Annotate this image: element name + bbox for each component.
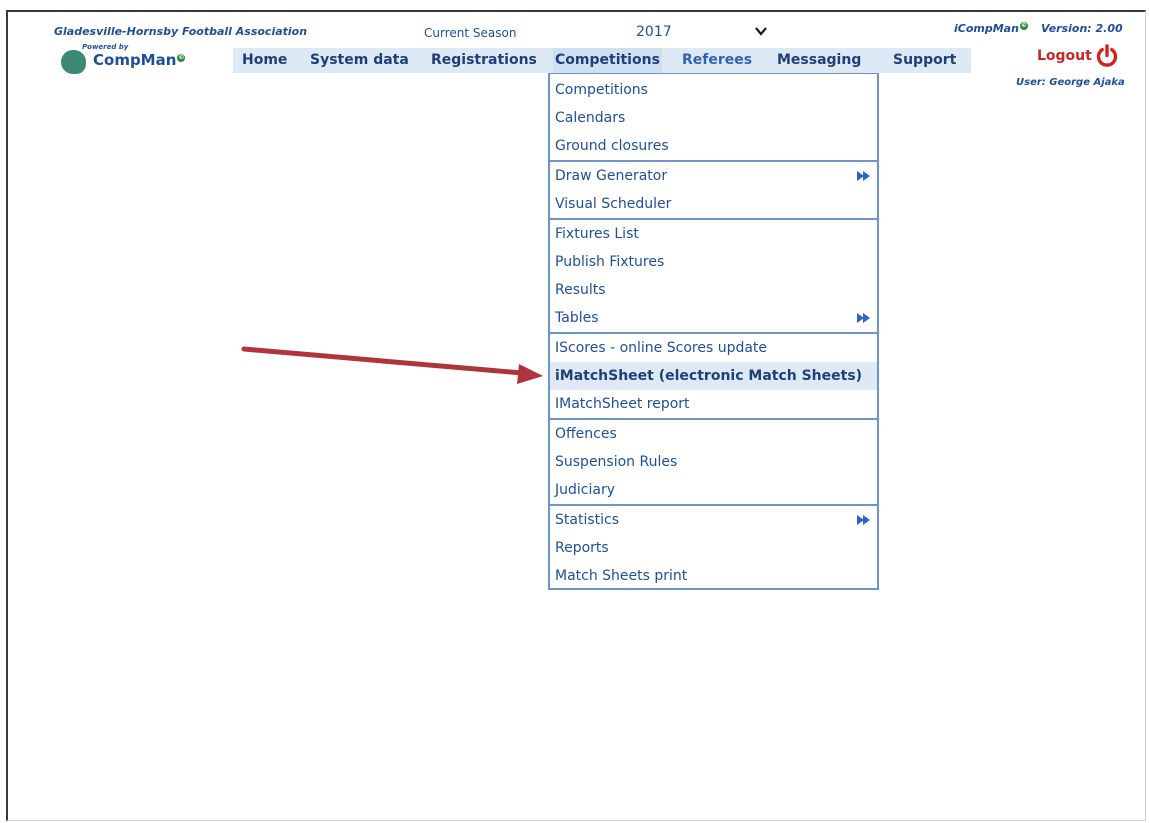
dropdown-item-statistics[interactable]: Statistics bbox=[550, 506, 877, 534]
dropdown-item-offences[interactable]: Offences bbox=[550, 420, 877, 448]
compman-logo[interactable]: CompMan © bbox=[93, 51, 186, 69]
icompman-label: iCompMan © bbox=[954, 22, 1028, 35]
association-name: Gladesville-Hornsby Football Association bbox=[54, 25, 308, 38]
menu-messaging[interactable]: Messaging bbox=[777, 48, 861, 73]
dropdown-item-label: Statistics bbox=[555, 512, 619, 528]
powered-by-label: Powered by bbox=[82, 43, 129, 51]
dropdown-item-fixtures-list[interactable]: Fixtures List bbox=[550, 220, 877, 248]
dropdown-item-visual-scheduler[interactable]: Visual Scheduler bbox=[550, 190, 877, 218]
menu-system-data[interactable]: System data bbox=[310, 48, 409, 73]
dropdown-item-ground-closures[interactable]: Ground closures bbox=[550, 132, 877, 160]
main-menu-bar: Home System data Registrations Competiti… bbox=[233, 48, 971, 73]
submenu-arrow-icon bbox=[857, 171, 870, 181]
menu-registrations[interactable]: Registrations bbox=[431, 48, 537, 73]
version-label: Version: 2.00 bbox=[1041, 22, 1123, 35]
copyright-icon: © bbox=[177, 54, 186, 62]
dropdown-item-draw-generator[interactable]: Draw Generator bbox=[550, 162, 877, 190]
submenu-arrow-icon bbox=[857, 313, 870, 323]
dropdown-item-match-sheets-print[interactable]: Match Sheets print bbox=[550, 562, 877, 590]
dropdown-item-judiciary[interactable]: Judiciary bbox=[550, 476, 877, 504]
dropdown-item-reports[interactable]: Reports bbox=[550, 534, 877, 562]
dropdown-item-suspension-rules[interactable]: Suspension Rules bbox=[550, 448, 877, 476]
dropdown-item-iscores[interactable]: IScores - online Scores update bbox=[550, 334, 877, 362]
dropdown-item-results[interactable]: Results bbox=[550, 276, 877, 304]
submenu-arrow-icon bbox=[857, 515, 870, 525]
menu-competitions[interactable]: Competitions bbox=[553, 48, 662, 73]
dropdown-item-imatchsheet-report[interactable]: IMatchSheet report bbox=[550, 390, 877, 418]
dropdown-item-publish-fixtures[interactable]: Publish Fixtures bbox=[550, 248, 877, 276]
menu-home[interactable]: Home bbox=[242, 48, 287, 73]
logo-text: CompMan bbox=[93, 51, 177, 69]
menu-support[interactable]: Support bbox=[893, 48, 956, 73]
chevron-down-icon[interactable] bbox=[753, 24, 769, 38]
dropdown-item-label: Draw Generator bbox=[555, 168, 668, 184]
competitions-dropdown: Competitions Calendars Ground closures D… bbox=[548, 73, 879, 590]
copyright-icon: © bbox=[1019, 22, 1028, 31]
dropdown-item-imatchsheet[interactable]: iMatchSheet (electronic Match Sheets) bbox=[550, 362, 877, 390]
menu-referees[interactable]: Referees bbox=[682, 48, 752, 73]
season-select[interactable]: 2017 bbox=[636, 24, 672, 40]
season-label: Current Season bbox=[424, 26, 517, 40]
dropdown-item-competitions[interactable]: Competitions bbox=[550, 76, 877, 104]
user-label: User: George Ajaka bbox=[1016, 77, 1125, 88]
power-icon bbox=[1096, 44, 1117, 67]
dropdown-item-label: Tables bbox=[555, 310, 599, 326]
compman-logo-icon bbox=[61, 50, 86, 74]
logout-label: Logout bbox=[1037, 48, 1092, 64]
dropdown-item-tables[interactable]: Tables bbox=[550, 304, 877, 332]
dropdown-item-calendars[interactable]: Calendars bbox=[550, 104, 877, 132]
logout-button[interactable]: Logout bbox=[1037, 43, 1119, 69]
